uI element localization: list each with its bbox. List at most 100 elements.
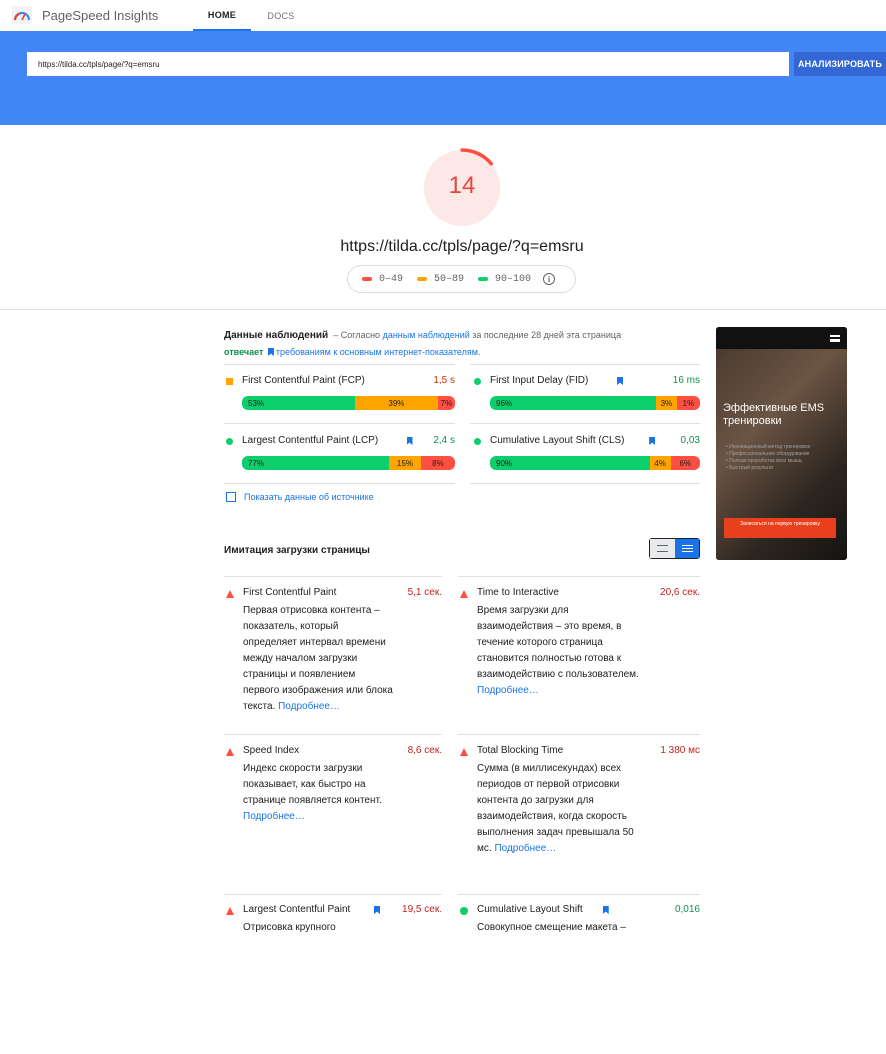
lab-metric-name: First Contentful Paint <box>243 587 337 598</box>
field-text: Согласно <box>340 330 381 340</box>
legend-swatch-average <box>417 277 428 281</box>
lab-metric-description-text: Сумма (в миллисекундах) всех периодов от… <box>477 763 634 854</box>
lab-metric-name: Cumulative Layout Shift <box>477 904 583 915</box>
menu-icon <box>830 335 840 342</box>
field-data-header: Данные наблюдений – Согласно данным набл… <box>224 327 700 360</box>
field-metric-value: 0,03 <box>680 435 700 446</box>
lab-metric-value: 19,5 сек. <box>402 904 442 915</box>
score-legend: 0–49 50–89 90–100 i <box>347 265 576 293</box>
legend-item-average: 50–89 <box>417 274 464 285</box>
distribution-segment-avg: 3% <box>655 396 677 410</box>
view-toggle[interactable] <box>649 538 700 559</box>
legend-label: 50–89 <box>434 273 465 285</box>
distribution-segment-poor: 8% <box>420 456 455 470</box>
preview-bullet: Быстрый результат <box>726 465 846 472</box>
top-bar: PageSpeed Insights HOME DOCS <box>0 0 886 31</box>
url-bar-section <box>0 31 886 125</box>
legend-item-good: 90–100 <box>478 274 531 285</box>
pass-circle-icon <box>226 438 233 445</box>
app-title: PageSpeed Insights <box>42 8 159 23</box>
distribution-segment-good: 53% <box>242 396 355 410</box>
lab-metric-value: 20,6 сек. <box>660 587 700 598</box>
performance-score: 14 <box>448 172 476 199</box>
field-data-link[interactable]: данным наблюдений <box>383 330 470 340</box>
lab-metric-description: Время загрузки для взаимодействия – это … <box>477 603 647 699</box>
lab-metric-name: Time to Interactive <box>477 587 559 598</box>
distribution-bar: 90% 4% 6% <box>490 456 700 470</box>
preview-bullet: Полная проработка всех мышц <box>726 458 846 465</box>
legend-swatch-good <box>478 277 489 281</box>
learn-more-link[interactable]: Подробнее… <box>243 811 305 822</box>
pass-circle-icon <box>460 907 468 915</box>
fail-triangle-icon <box>460 590 468 598</box>
lab-metric-name: Largest Contentful Paint <box>243 904 351 915</box>
metric-divider <box>470 423 700 424</box>
legend-swatch-poor <box>362 277 372 281</box>
lab-metric-description-text: Совокупное смещение макета – <box>477 922 626 933</box>
preview-cta-button: Записаться на первую тренировку <box>724 518 836 538</box>
section-divider <box>0 309 886 310</box>
distribution-bar: 77% 15% 8% <box>242 456 455 470</box>
dash: – <box>333 330 339 340</box>
field-metric-name: First Contentful Paint (FCP) <box>242 375 365 386</box>
metric-divider <box>224 576 442 577</box>
lab-metric-value: 5,1 сек. <box>407 587 442 598</box>
core-vital-bookmark-icon <box>617 377 624 385</box>
core-vital-bookmark-icon <box>406 437 413 445</box>
distribution-bar: 53% 39% 7% <box>242 396 455 410</box>
distribution-segment-avg: 4% <box>649 456 671 470</box>
fail-triangle-icon <box>460 748 468 756</box>
period: . <box>477 347 481 357</box>
field-metric-name: Cumulative Layout Shift (CLS) <box>490 435 625 446</box>
preview-bullet: Инновационный метод тренировок <box>726 444 846 451</box>
distribution-segment-avg: 39% <box>354 396 438 410</box>
preview-header <box>716 327 847 349</box>
lab-metric: Cumulative Layout Shift 0,016 Совокупное с… <box>458 904 700 1054</box>
url-input[interactable] <box>27 52 789 76</box>
metric-divider <box>458 576 700 577</box>
show-source-data-toggle[interactable]: Показать данные об источнике <box>226 492 374 502</box>
info-icon[interactable]: i <box>543 273 556 285</box>
page-screenshot-preview: Эффективные EMS тренировки Инновационный… <box>716 327 847 560</box>
tab-docs[interactable]: DOCS <box>254 0 308 31</box>
tested-url: https://tilda.cc/tpls/page/?q=emsru <box>340 238 584 255</box>
pagespeed-logo-icon <box>12 6 32 24</box>
core-vital-bookmark-icon <box>374 906 380 914</box>
lab-metric-value: 8,6 сек. <box>407 745 442 756</box>
lab-metric-description-text: Первая отрисовка контента – показатель, … <box>243 605 393 712</box>
legend-item-poor: 0–49 <box>362 274 403 285</box>
field-metric-name: First Input Delay (FID) <box>490 375 589 386</box>
learn-more-link[interactable]: Подробнее… <box>494 843 556 854</box>
distribution-segment-poor: 1% <box>676 396 700 410</box>
lab-metric-value: 1 380 мс <box>660 745 700 756</box>
lab-metric-description: Индекс скорости загрузки показывает, как… <box>243 761 403 825</box>
lab-metric: First Contentful Paint 5,1 сек. Первая отр… <box>224 587 442 737</box>
core-vital-bookmark-icon <box>649 437 656 445</box>
expanded-view-button[interactable] <box>675 539 699 558</box>
analyze-button[interactable]: АНАЛИЗИРОВАТЬ <box>794 52 886 76</box>
learn-more-link[interactable]: Подробнее… <box>278 701 340 712</box>
list-icon <box>657 545 668 552</box>
field-metric: Cumulative Layout Shift (CLS) 0,03 90% 4% 6% <box>472 435 700 475</box>
average-square-icon <box>226 378 233 385</box>
pass-circle-icon <box>474 438 481 445</box>
source-data-checkbox[interactable] <box>226 492 236 502</box>
preview-title: Эффективные EMS тренировки <box>723 402 825 427</box>
field-text: за последние 28 дней эта страница <box>472 330 622 340</box>
distribution-segment-good: 96% <box>490 396 656 410</box>
learn-more-link[interactable]: Подробнее… <box>477 685 539 696</box>
lab-metric: Total Blocking Time 1 380 мс Сумма (в милл… <box>458 745 700 895</box>
lab-metric-description-text: Время загрузки для взаимодействия – это … <box>477 605 639 680</box>
core-vitals-link[interactable]: требованиям к основным интернет-показате… <box>276 347 478 357</box>
tab-home[interactable]: HOME <box>193 0 251 31</box>
metric-divider <box>224 423 455 424</box>
lab-metric-value: 0,016 <box>674 904 700 915</box>
field-metric-name: Largest Contentful Paint (LCP) <box>242 435 379 446</box>
field-metric-value: 16 ms <box>672 375 700 386</box>
lab-metric-description: Сумма (в миллисекундах) всех периодов от… <box>477 761 642 857</box>
collapsed-view-button[interactable] <box>650 539 675 558</box>
distribution-segment-poor: 6% <box>670 456 700 470</box>
bookmark-icon <box>267 348 274 356</box>
metric-divider <box>470 364 700 365</box>
field-metric: First Input Delay (FID) 16 ms 96% 3% 1% <box>472 375 700 415</box>
